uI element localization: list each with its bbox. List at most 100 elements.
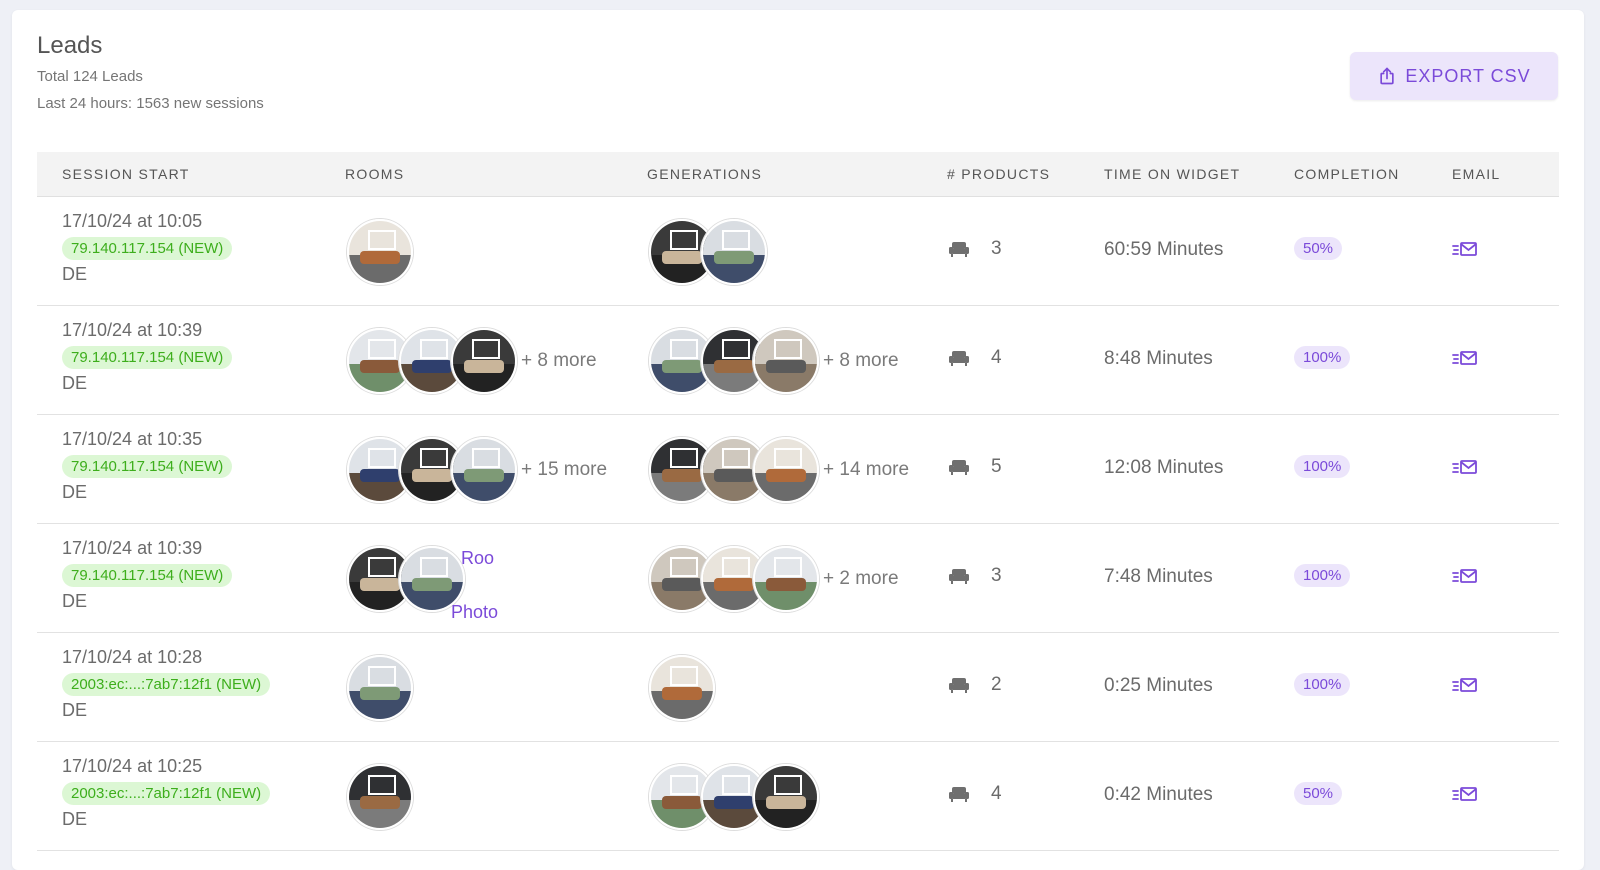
country-code: DE	[62, 264, 88, 284]
room-thumbnail[interactable]	[347, 219, 413, 285]
table-row[interactable]: 17/10/24 at 10:39 79.140.117.154 (NEW) D…	[37, 524, 1559, 633]
col-time-on-widget[interactable]: TIME ON WIDGET	[1104, 152, 1240, 196]
product-count: 5	[991, 456, 1002, 477]
table-row[interactable]: 17/10/24 at 10:39 79.140.117.154 (NEW) D…	[37, 306, 1559, 415]
room-thumbnail[interactable]	[649, 655, 715, 721]
session-date: 17/10/24 at 10:28	[62, 647, 203, 667]
col-email[interactable]: EMAIL	[1452, 152, 1501, 196]
room-thumbnail[interactable]	[753, 764, 819, 830]
armchair-icon	[949, 242, 969, 257]
fast-mail-icon[interactable]	[1452, 459, 1478, 477]
fast-mail-icon[interactable]	[1452, 786, 1478, 804]
session-start-cell: 17/10/24 at 10:35 79.140.117.154 (NEW) D…	[62, 429, 233, 503]
email-cell[interactable]	[1452, 350, 1478, 373]
broken-image-alt[interactable]: Roo Photo	[451, 548, 511, 622]
time-on-widget: 8:48 Minutes	[1104, 348, 1213, 369]
time-on-widget: 0:25 Minutes	[1104, 675, 1213, 696]
table-row[interactable]: 17/10/24 at 10:35 79.140.117.154 (NEW) D…	[37, 415, 1559, 524]
completion-cell: 100%	[1294, 564, 1351, 587]
table-header: SESSION START ROOMS GENERATIONS # PRODUC…	[37, 152, 1559, 197]
export-csv-label: EXPORT CSV	[1405, 65, 1531, 86]
armchair-icon	[949, 787, 969, 802]
rooms-more-count[interactable]: + 15 more	[521, 459, 607, 481]
products-cell: 3	[947, 564, 1002, 588]
email-cell[interactable]	[1452, 786, 1478, 809]
generations-more-count[interactable]: + 14 more	[823, 459, 909, 481]
session-start-cell: 17/10/24 at 10:39 79.140.117.154 (NEW) D…	[62, 538, 233, 612]
export-csv-button[interactable]: EXPORT CSV	[1350, 52, 1558, 100]
country-code: DE	[62, 809, 88, 829]
col-completion[interactable]: COMPLETION	[1294, 152, 1400, 196]
completion-cell: 50%	[1294, 782, 1343, 805]
rooms-cell[interactable]: + 8 more	[345, 328, 597, 394]
generations-cell[interactable]	[647, 764, 819, 830]
product-count: 4	[991, 783, 1002, 804]
product-count: 3	[991, 238, 1002, 259]
table-row[interactable]: 17/10/24 at 10:28 2003:ec:...:7ab7:12f1 …	[37, 633, 1559, 742]
session-start-cell: 17/10/24 at 10:25 2003:ec:...:7ab7:12f1 …	[62, 756, 271, 830]
completion-cell: 50%	[1294, 237, 1343, 260]
products-cell: 5	[947, 455, 1002, 479]
rooms-cell[interactable]	[345, 655, 413, 721]
total-leads: Total 124 Leads	[37, 68, 143, 85]
generations-cell[interactable]: + 8 more	[647, 328, 899, 394]
rooms-cell[interactable]	[345, 764, 413, 830]
session-date: 17/10/24 at 10:39	[62, 320, 203, 340]
fast-mail-icon[interactable]	[1452, 677, 1478, 695]
room-thumbnail[interactable]	[451, 437, 517, 503]
generations-cell[interactable]: + 2 more	[647, 546, 899, 612]
generations-more-count[interactable]: + 2 more	[823, 568, 899, 590]
email-cell[interactable]	[1452, 459, 1478, 482]
fast-mail-icon[interactable]	[1452, 568, 1478, 586]
room-thumbnail[interactable]	[347, 764, 413, 830]
new-sessions: Last 24 hours: 1563 new sessions	[37, 95, 264, 112]
email-cell[interactable]	[1452, 677, 1478, 700]
session-date: 17/10/24 at 10:35	[62, 429, 203, 449]
room-thumbnail[interactable]	[347, 655, 413, 721]
email-cell[interactable]	[1452, 568, 1478, 591]
generations-more-count[interactable]: + 8 more	[823, 350, 899, 372]
completion-badge: 100%	[1294, 564, 1351, 587]
completion-cell: 100%	[1294, 346, 1351, 369]
session-date: 17/10/24 at 10:39	[62, 538, 203, 558]
room-thumbnail[interactable]	[701, 219, 767, 285]
col-rooms[interactable]: ROOMS	[345, 152, 404, 196]
time-on-widget: 7:48 Minutes	[1104, 566, 1213, 587]
email-cell[interactable]	[1452, 241, 1478, 264]
room-thumbnail[interactable]	[753, 437, 819, 503]
table-row[interactable]: 17/10/24 at 10:05 79.140.117.154 (NEW) D…	[37, 197, 1559, 306]
alt-text: Photo	[451, 602, 499, 622]
ip-badge: 79.140.117.154 (NEW)	[62, 455, 233, 478]
generations-cell[interactable]: + 14 more	[647, 437, 909, 503]
completion-badge: 50%	[1294, 782, 1343, 805]
room-thumbnail[interactable]	[753, 328, 819, 394]
completion-badge: 100%	[1294, 673, 1351, 696]
rooms-cell[interactable]	[345, 219, 413, 285]
room-thumbnail[interactable]	[753, 546, 819, 612]
session-start-cell: 17/10/24 at 10:39 79.140.117.154 (NEW) D…	[62, 320, 233, 394]
time-on-widget: 60:59 Minutes	[1104, 239, 1224, 260]
leads-card: Leads Total 124 Leads Last 24 hours: 156…	[12, 10, 1584, 870]
rooms-cell[interactable]: Roo Photo	[345, 546, 511, 622]
table-row[interactable]: 17/10/24 at 10:25 2003:ec:...:7ab7:12f1 …	[37, 742, 1559, 851]
country-code: DE	[62, 591, 88, 611]
rooms-cell[interactable]: + 15 more	[345, 437, 607, 503]
armchair-icon	[949, 678, 969, 693]
rooms-more-count[interactable]: + 8 more	[521, 350, 597, 372]
generations-cell[interactable]	[647, 219, 767, 285]
completion-cell: 100%	[1294, 673, 1351, 696]
fast-mail-icon[interactable]	[1452, 241, 1478, 259]
fast-mail-icon[interactable]	[1452, 350, 1478, 368]
session-start-cell: 17/10/24 at 10:28 2003:ec:...:7ab7:12f1 …	[62, 647, 271, 721]
room-thumbnail[interactable]	[451, 328, 517, 394]
col-session-start[interactable]: SESSION START	[62, 152, 190, 196]
products-cell: 4	[947, 782, 1002, 806]
ip-badge: 79.140.117.154 (NEW)	[62, 346, 233, 369]
session-date: 17/10/24 at 10:25	[62, 756, 203, 776]
completion-badge: 50%	[1294, 237, 1343, 260]
completion-badge: 100%	[1294, 455, 1351, 478]
col-generations[interactable]: GENERATIONS	[647, 152, 762, 196]
generations-cell[interactable]	[647, 655, 715, 721]
products-cell: 3	[947, 237, 1002, 261]
col-products[interactable]: # PRODUCTS	[947, 152, 1050, 196]
